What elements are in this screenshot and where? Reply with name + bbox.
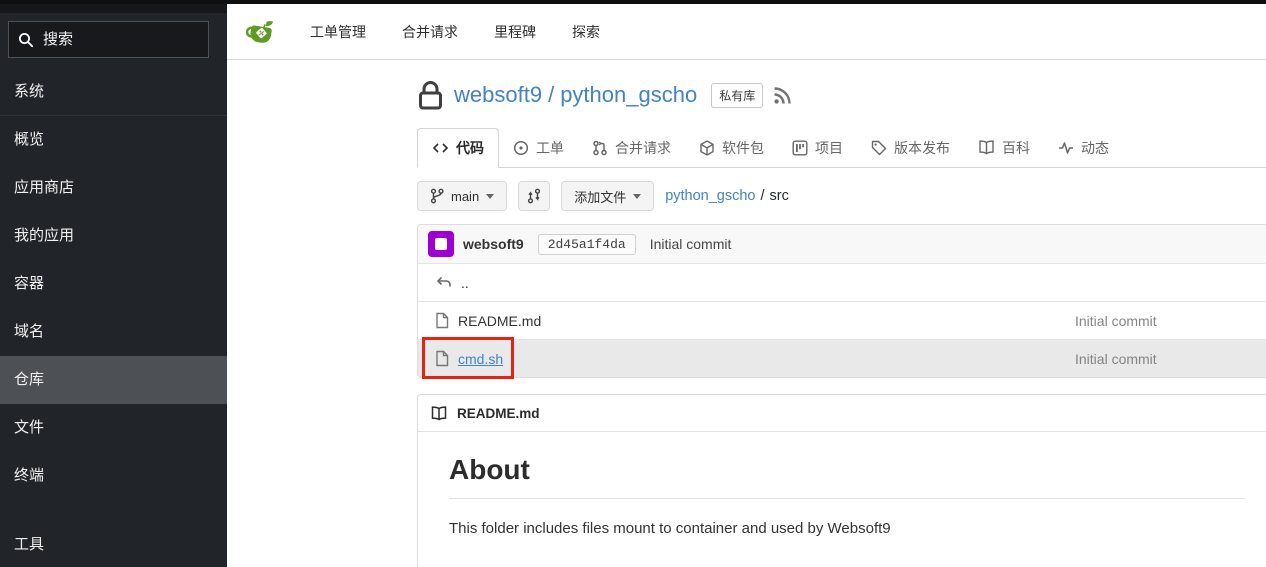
repo-title: websoft9/python_gscho	[454, 82, 697, 108]
tab-projects-label: 项目	[815, 138, 843, 158]
breadcrumb-current-path: src	[770, 188, 789, 204]
file-row-readme[interactable]: README.md Initial commit	[418, 301, 1266, 339]
pulse-icon	[1058, 141, 1074, 155]
parent-directory-link[interactable]: ..	[461, 275, 469, 291]
compare-icon	[527, 188, 541, 204]
tab-pull-requests-label: 合并请求	[615, 138, 671, 158]
sidebar-item-appstore[interactable]: 应用商店	[0, 164, 227, 212]
gitea-navbar: 工单管理 合并请求 里程碑 探索	[227, 4, 1266, 60]
package-icon	[699, 140, 715, 156]
breadcrumb-separator: /	[761, 188, 765, 204]
page: 系统 概览 应用商店 我的应用 容器 域名 仓库 文件 终端 工具	[0, 0, 1266, 567]
tab-pull-requests[interactable]: 合并请求	[578, 128, 685, 167]
parent-dir-arrow-icon	[435, 275, 452, 290]
tag-icon	[871, 140, 887, 156]
file-commit-message: Initial commit	[1075, 351, 1157, 367]
commit-author-name: websoft9	[463, 236, 524, 252]
tab-code[interactable]: 代码	[417, 128, 499, 168]
repo-name-link[interactable]: python_gscho	[560, 82, 697, 107]
parent-directory-row[interactable]: ..	[418, 263, 1266, 301]
branch-name: main	[451, 189, 479, 204]
sidebar-nav: 系统 概览 应用商店 我的应用 容器 域名 仓库 文件 终端	[0, 68, 227, 500]
latest-commit-row: websoft9 2d45a1f4da Initial commit	[418, 225, 1266, 263]
repo-tabs: 代码 工单 合并请求	[417, 128, 1266, 168]
sidebar-item-domain[interactable]: 域名	[0, 308, 227, 356]
tab-activity[interactable]: 动态	[1044, 128, 1123, 167]
repo-toolbar: main 添加文件 python_gscho / src	[417, 181, 789, 211]
lock-icon	[417, 79, 444, 111]
compare-button[interactable]	[518, 181, 550, 211]
sidebar-item-terminal[interactable]: 终端	[0, 452, 227, 500]
commit-hash-chip[interactable]: 2d45a1f4da	[538, 234, 636, 255]
commit-author-avatar	[428, 231, 454, 257]
code-icon	[432, 141, 449, 155]
caret-down-icon	[633, 194, 641, 199]
tab-activity-label: 动态	[1081, 138, 1109, 158]
nav-pull-requests[interactable]: 合并请求	[402, 22, 458, 42]
file-icon	[435, 312, 449, 329]
file-link-readme[interactable]: README.md	[458, 313, 541, 329]
tab-issues[interactable]: 工单	[499, 128, 578, 167]
search-input[interactable]	[43, 31, 193, 48]
sidebar-item-container[interactable]: 容器	[0, 260, 227, 308]
search-icon	[18, 32, 34, 48]
nav-issues-management[interactable]: 工单管理	[310, 22, 366, 42]
sidebar-item-tools[interactable]: 工具	[0, 523, 227, 567]
readme-header: README.md	[418, 395, 1266, 432]
readme-paragraph: This folder includes files mount to cont…	[449, 520, 1245, 537]
tab-wiki[interactable]: 百科	[964, 128, 1044, 167]
tab-packages[interactable]: 软件包	[685, 128, 778, 167]
commit-message: Initial commit	[650, 236, 732, 252]
tab-releases-label: 版本发布	[894, 138, 950, 158]
project-icon	[792, 140, 808, 156]
nav-milestones[interactable]: 里程碑	[494, 22, 536, 42]
breadcrumb-repo-link[interactable]: python_gscho	[665, 188, 755, 204]
add-file-label: 添加文件	[574, 187, 626, 206]
sidebar-search[interactable]	[8, 21, 209, 58]
tab-projects[interactable]: 项目	[778, 128, 857, 167]
readme-content: About This folder includes files mount t…	[418, 432, 1266, 559]
book-icon	[978, 140, 995, 155]
add-file-button[interactable]: 添加文件	[561, 181, 654, 211]
gitea-main: 工单管理 合并请求 里程碑 探索 websoft9/python_gscho 私…	[227, 0, 1266, 567]
sidebar-item-system[interactable]: 系统	[0, 68, 227, 116]
file-table: websoft9 2d45a1f4da Initial commit ..	[417, 224, 1266, 378]
gitea-logo[interactable]	[245, 18, 275, 48]
sidebar-item-overview[interactable]: 概览	[0, 116, 227, 164]
nav-explore[interactable]: 探索	[572, 22, 600, 42]
book-icon	[430, 406, 448, 421]
repo-title-separator: /	[548, 82, 554, 107]
caret-down-icon	[486, 194, 494, 199]
readme-heading: About	[449, 454, 1245, 499]
file-link-cmdsh[interactable]: cmd.sh	[458, 351, 503, 367]
rss-icon[interactable]	[773, 86, 792, 105]
file-row-cmdsh[interactable]: cmd.sh Initial commit	[418, 339, 1266, 377]
tab-wiki-label: 百科	[1002, 138, 1030, 158]
issue-icon	[513, 140, 529, 156]
tab-issues-label: 工单	[536, 138, 564, 158]
readme-filename: README.md	[457, 406, 540, 421]
sidebar-item-repository[interactable]: 仓库	[0, 356, 227, 404]
readme-panel: README.md About This folder includes fil…	[417, 394, 1266, 567]
tab-releases[interactable]: 版本发布	[857, 128, 964, 167]
navbar-links: 工单管理 合并请求 里程碑 探索	[310, 4, 600, 59]
sidebar-item-files[interactable]: 文件	[0, 404, 227, 452]
private-repo-badge: 私有库	[711, 83, 763, 108]
sidebar-item-myapps[interactable]: 我的应用	[0, 212, 227, 260]
file-icon	[435, 350, 449, 367]
file-commit-message: Initial commit	[1075, 313, 1157, 329]
repo-owner-link[interactable]: websoft9	[454, 82, 542, 107]
top-black-bar	[0, 0, 1266, 4]
tab-packages-label: 软件包	[722, 138, 764, 158]
pull-request-icon	[592, 140, 608, 156]
branch-icon	[430, 188, 444, 204]
tab-code-label: 代码	[456, 138, 484, 158]
breadcrumb: python_gscho / src	[665, 188, 789, 204]
repo-header: websoft9/python_gscho 私有库	[417, 76, 792, 114]
branch-selector-button[interactable]: main	[417, 181, 507, 211]
admin-sidebar: 系统 概览 应用商店 我的应用 容器 域名 仓库 文件 终端 工具	[0, 0, 227, 567]
